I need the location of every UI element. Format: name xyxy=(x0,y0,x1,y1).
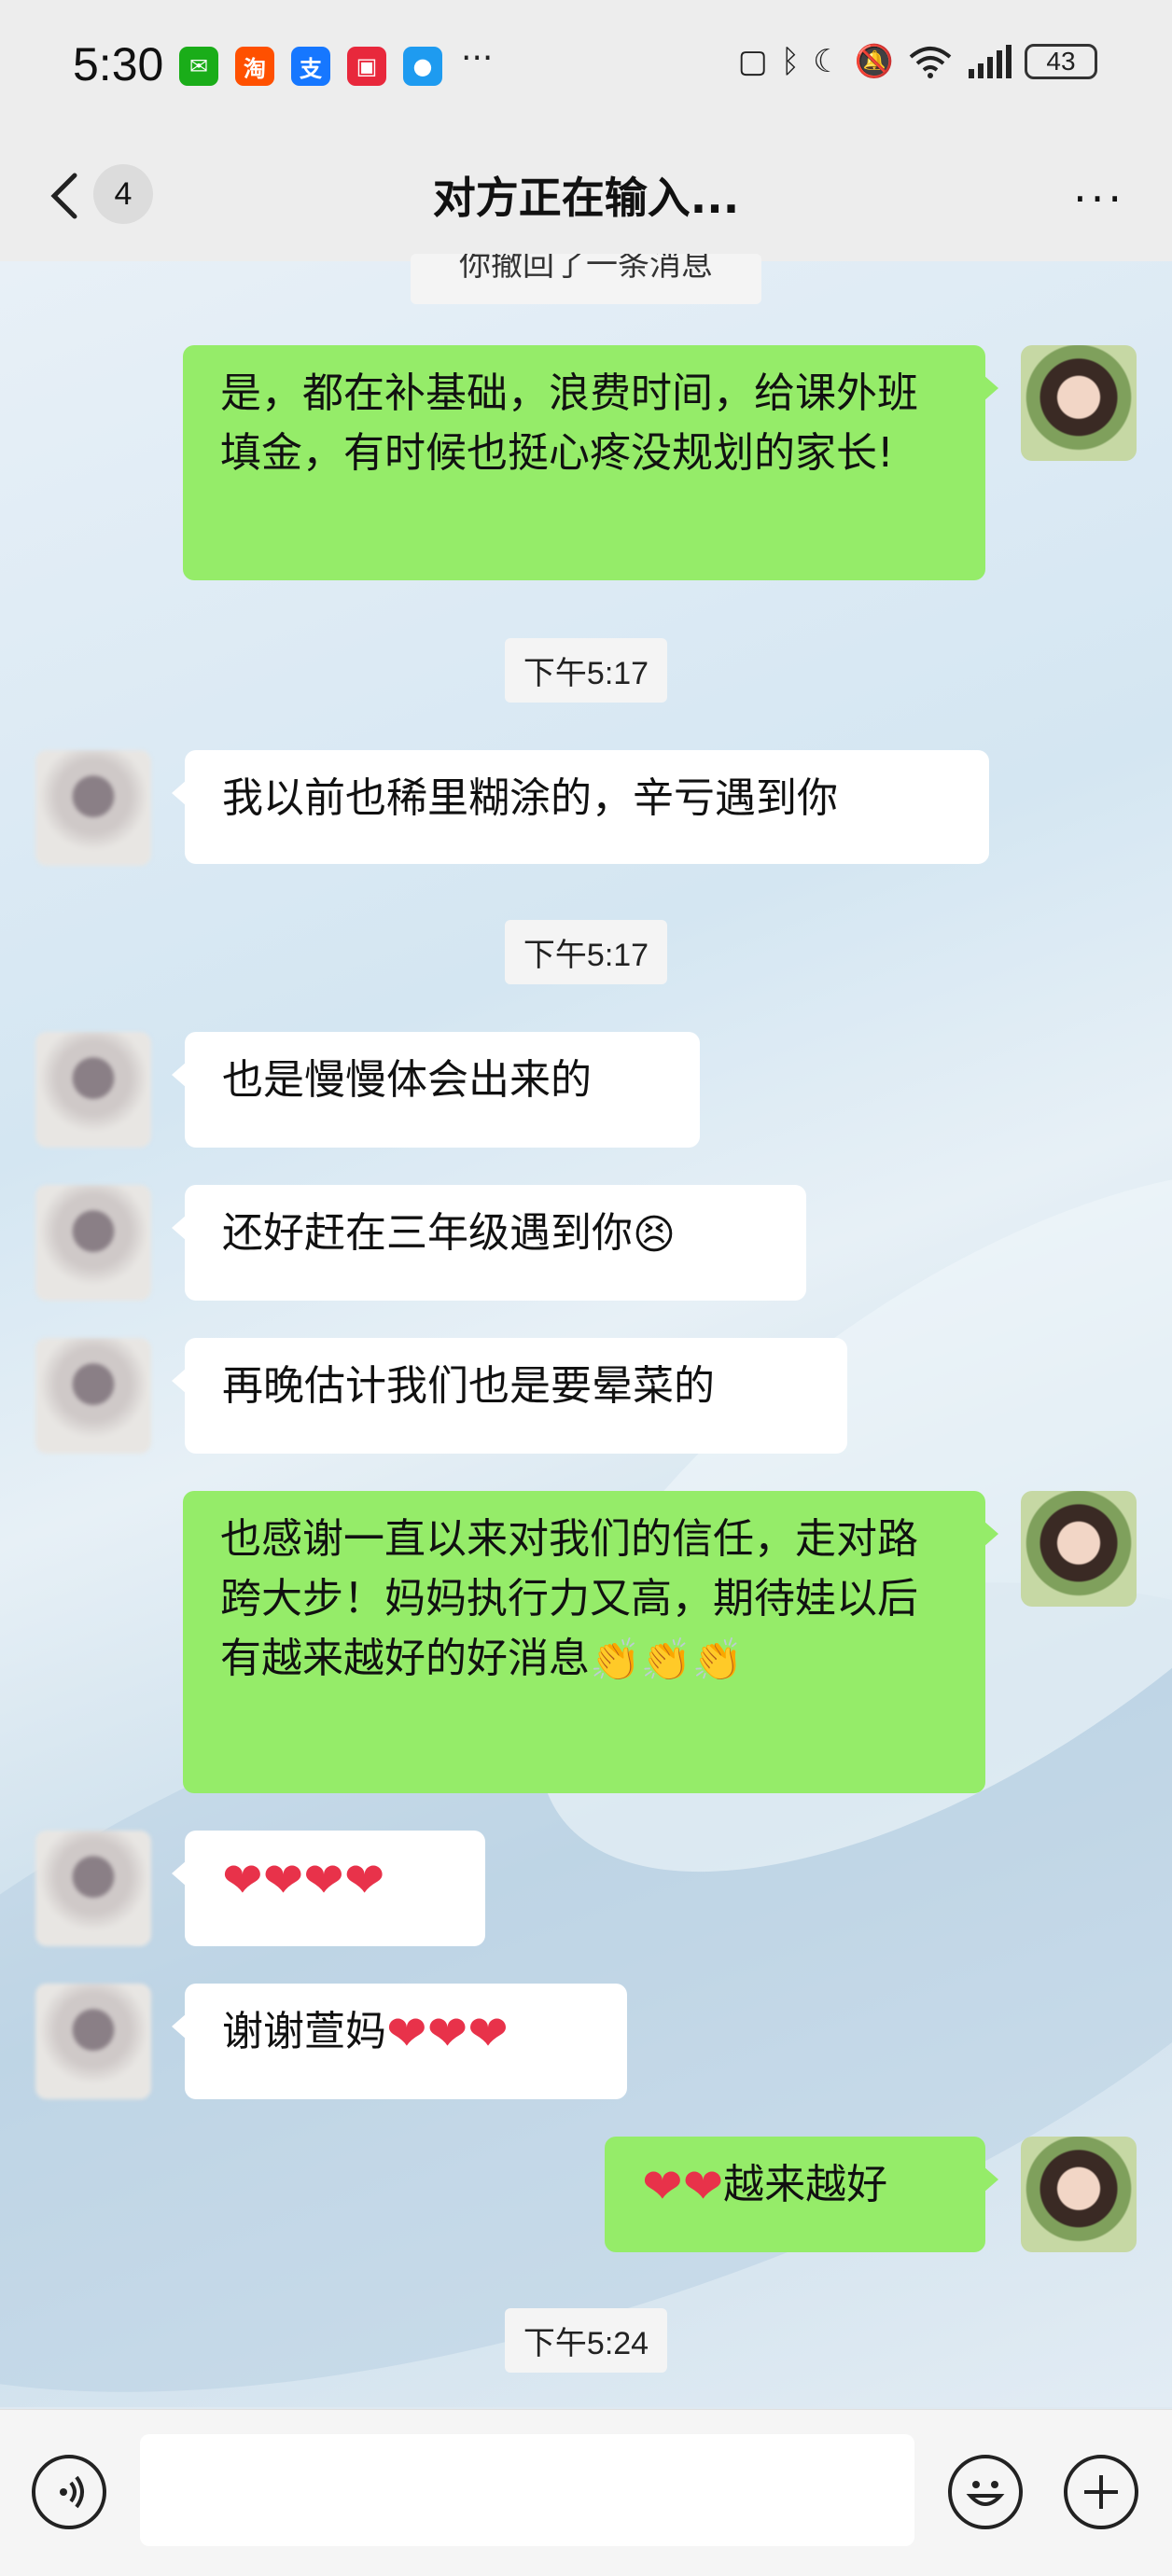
emoji-button[interactable] xyxy=(948,2455,1023,2529)
clapping-hands-emoji: 👏👏👏 xyxy=(590,1636,744,1684)
more-notifications-icon: ··· xyxy=(461,39,494,77)
voice-input-button[interactable] xyxy=(32,2455,106,2529)
message-text: 我以前也稀里糊涂的，辛亏遇到你 xyxy=(222,774,838,822)
status-bar: 5:30 ✉ 淘 支 ▣ ● ··· ▢ ᛒ ☾ 🔕 43 xyxy=(0,0,1172,131)
input-bar xyxy=(0,2409,1172,2576)
taobao-icon: 淘 xyxy=(235,47,274,86)
wifi-icon xyxy=(909,47,952,78)
do-not-disturb-icon: ☾ xyxy=(813,43,842,80)
message-bubble-incoming[interactable]: ❤❤❤❤ xyxy=(172,1831,485,1946)
chat-title: 对方正在输入... xyxy=(432,173,740,223)
plus-button[interactable] xyxy=(1064,2455,1138,2529)
status-time: 5:30 xyxy=(73,38,164,91)
plus-icon xyxy=(1084,2475,1118,2509)
heart-emoji: ❤❤ xyxy=(642,2159,724,2215)
contact-avatar[interactable] xyxy=(35,750,151,866)
heart-emoji: ❤❤❤ xyxy=(386,2006,509,2062)
message-text: 再晚估计我们也是要晕菜的 xyxy=(222,1362,715,1410)
sad-face-emoji: 😣 xyxy=(633,1211,676,1259)
timestamp: 下午5:24 xyxy=(0,2308,1172,2373)
message-text: 也是慢慢体会出来的 xyxy=(222,1056,592,1104)
message-bubble-incoming[interactable]: 再晚估计我们也是要晕菜的 xyxy=(172,1338,847,1454)
battery-icon: 43 xyxy=(1025,44,1097,79)
message-text: 也感谢一直以来对我们的信任，走对路跨大步！妈妈执行力又高，期待娃以后有越来越好的… xyxy=(220,1515,918,1682)
more-options-icon[interactable]: ··· xyxy=(1073,174,1125,224)
message-input[interactable] xyxy=(140,2434,914,2546)
message-text: 是，都在补基础，浪费时间，给课外班填金，有时候也挺心疼没规划的家长! xyxy=(220,369,918,477)
message-text: 还好赶在三年级遇到你 xyxy=(222,1209,633,1257)
contact-avatar[interactable] xyxy=(35,1338,151,1454)
message-bubble-outgoing[interactable]: 也感谢一直以来对我们的信任，走对路跨大步！妈妈执行力又高，期待娃以后有越来越好的… xyxy=(183,1491,998,1793)
recall-notice: 你撤回了一条消息 xyxy=(411,254,761,304)
alipay-icon: 支 xyxy=(291,47,330,86)
message-text: 越来越好 xyxy=(723,2161,888,2208)
message-bubble-incoming[interactable]: 也是慢慢体会出来的 xyxy=(172,1032,700,1148)
my-avatar[interactable] xyxy=(1021,1491,1137,1607)
signal-icon xyxy=(969,45,1012,78)
message-icon: ● xyxy=(403,47,442,86)
message-bubble-incoming[interactable]: 还好赶在三年级遇到你😣 xyxy=(172,1185,806,1301)
message-bubble-incoming[interactable]: 谢谢萱妈❤❤❤ xyxy=(172,1984,627,2099)
nfc-icon: ▢ xyxy=(737,43,768,80)
contact-avatar[interactable] xyxy=(35,1185,151,1301)
my-avatar[interactable] xyxy=(1021,2137,1137,2252)
smiley-icon xyxy=(966,2481,1005,2506)
my-avatar[interactable] xyxy=(1021,345,1137,461)
message-bubble-outgoing[interactable]: ❤❤越来越好 xyxy=(605,2137,998,2252)
contact-avatar[interactable] xyxy=(35,1831,151,1946)
bluetooth-icon: ᛒ xyxy=(780,43,801,80)
battery-level: 43 xyxy=(1046,47,1076,76)
contact-avatar[interactable] xyxy=(35,1032,151,1148)
huawei-store-icon: ▣ xyxy=(347,47,386,86)
contact-avatar[interactable] xyxy=(35,1984,151,2099)
timestamp: 下午5:17 xyxy=(0,638,1172,703)
message-bubble-incoming[interactable]: 我以前也稀里糊涂的，辛亏遇到你 xyxy=(172,750,989,864)
message-text: 谢谢萱妈 xyxy=(222,2008,386,2055)
heart-emoji: ❤❤❤❤ xyxy=(222,1853,385,1909)
voice-icon xyxy=(60,2475,84,2509)
mute-icon: 🔕 xyxy=(854,43,894,80)
message-bubble-outgoing[interactable]: 是，都在补基础，浪费时间，给课外班填金，有时候也挺心疼没规划的家长! xyxy=(183,345,998,580)
timestamp: 下午5:17 xyxy=(0,920,1172,984)
wechat-icon: ✉ xyxy=(179,47,218,86)
